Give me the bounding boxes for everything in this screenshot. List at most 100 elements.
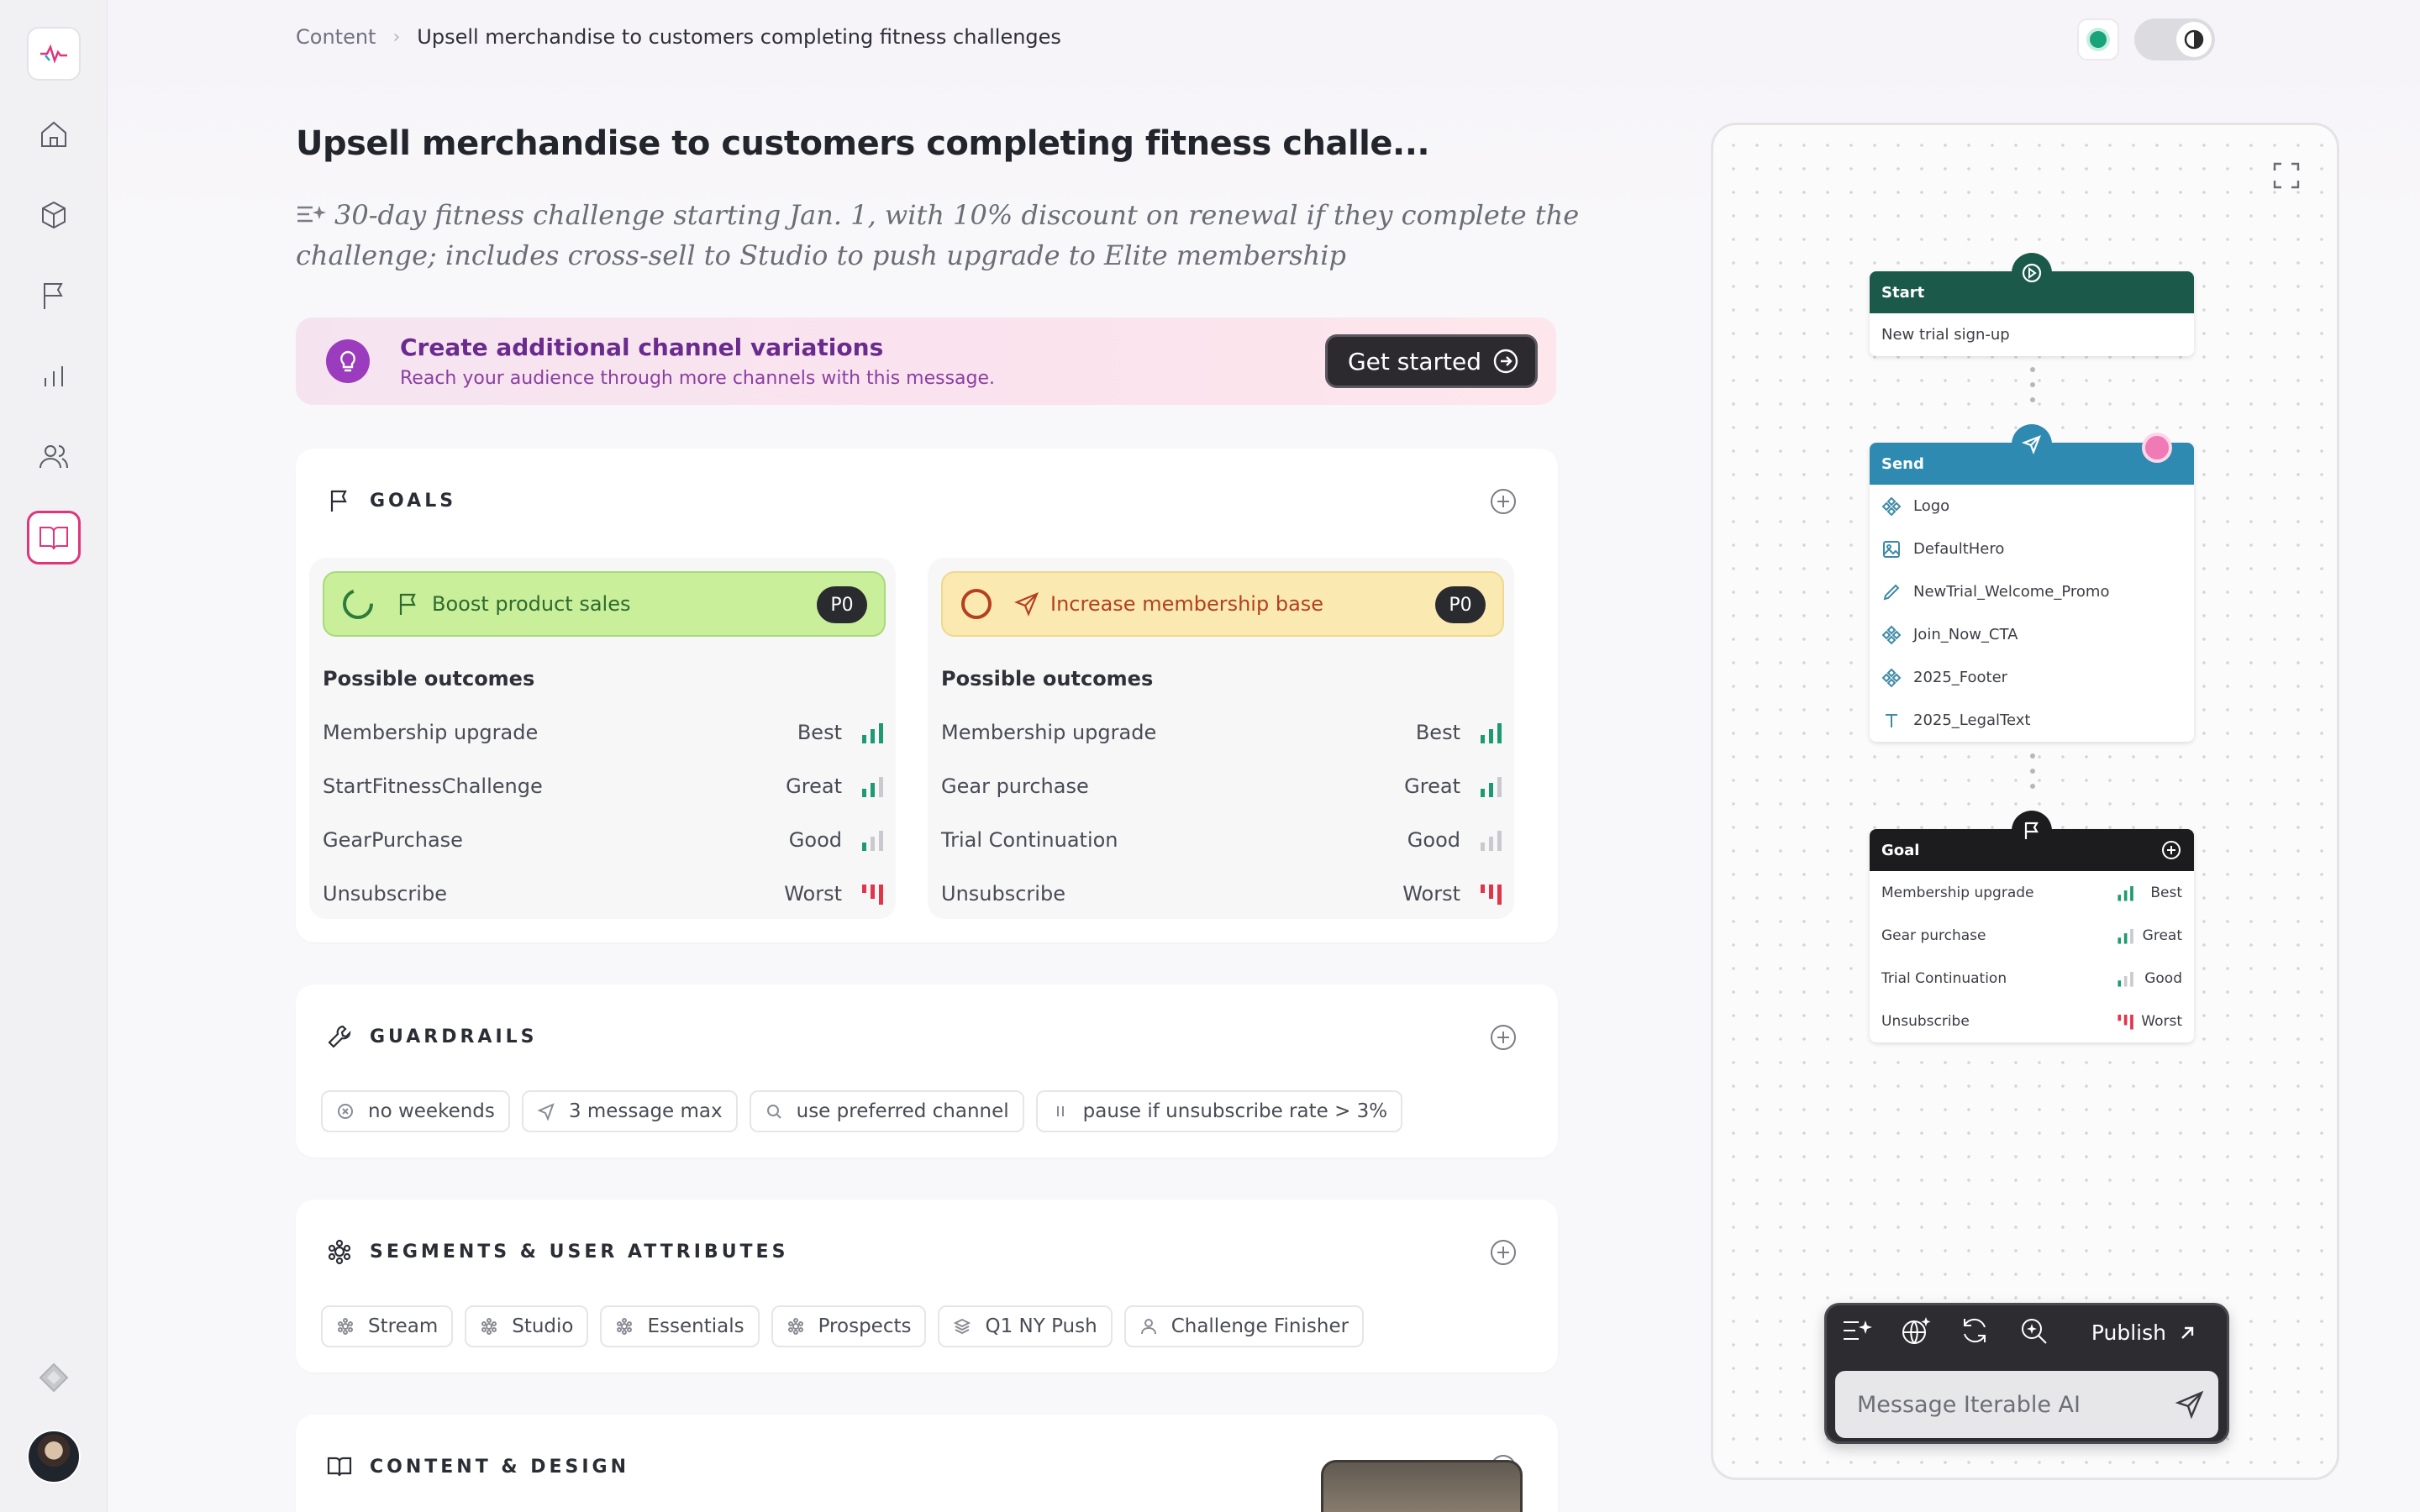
goal-column-1: Boost product sales P0 Possible outcomes… bbox=[309, 558, 896, 919]
guardrail-tag[interactable]: 3 message max bbox=[521, 1090, 738, 1132]
segment-tag[interactable]: Stream bbox=[321, 1305, 454, 1347]
outcome-row: Unsubscribe Worst bbox=[323, 877, 886, 911]
breadcrumb-current: Upsell merchandise to customers completi… bbox=[417, 25, 1061, 49]
content-thumbnail[interactable] bbox=[1321, 1460, 1523, 1512]
search-sparkle-icon[interactable] bbox=[2017, 1314, 2050, 1347]
segments-heading-text: SEGMENTS & USER ATTRIBUTES bbox=[370, 1241, 789, 1263]
nav-users[interactable] bbox=[27, 430, 81, 484]
outcome-row: Membership upgrade Best bbox=[323, 716, 886, 749]
send-item-label: Join_Now_CTA bbox=[1913, 626, 2018, 643]
guardrail-tag[interactable]: no weekends bbox=[321, 1090, 510, 1132]
segment-tag[interactable]: Essentials bbox=[600, 1305, 760, 1347]
segment-icon bbox=[787, 1318, 803, 1335]
nav-integrations[interactable] bbox=[27, 1351, 81, 1404]
tag-label: Essentials bbox=[647, 1315, 744, 1337]
chevron-right-icon: › bbox=[392, 26, 401, 48]
add-goal-button[interactable] bbox=[1489, 487, 1518, 516]
guardrail-tag[interactable]: use preferred channel bbox=[749, 1090, 1024, 1132]
arrow-up-right-icon bbox=[2181, 1326, 2194, 1339]
pause-icon bbox=[1056, 1106, 1064, 1116]
nav-analytics[interactable] bbox=[27, 349, 81, 403]
breadcrumb-root[interactable]: Content bbox=[296, 25, 376, 49]
outcome-name: Membership upgrade bbox=[323, 721, 539, 744]
start-trigger[interactable]: New trial sign-up bbox=[1870, 313, 2194, 356]
goal-outcome-rating: Good bbox=[2144, 969, 2182, 987]
refresh-icon[interactable] bbox=[1958, 1314, 1991, 1347]
send-item[interactable]: NewTrial_Welcome_Promo bbox=[1870, 570, 2194, 613]
nav-catalog[interactable] bbox=[27, 188, 81, 242]
start-node[interactable]: Start New trial sign-up bbox=[1870, 253, 2194, 356]
journey-canvas[interactable]: Start New trial sign-up Send Logo Defaul… bbox=[1711, 123, 2339, 1480]
channel-search-icon bbox=[766, 1105, 781, 1119]
goal-outcome[interactable]: Gear purchase Great bbox=[1870, 914, 2194, 957]
goal-node[interactable]: Goal Membership upgrade Best Gear purchas… bbox=[1870, 811, 2194, 1042]
ai-message-input[interactable]: Message Iterable AI bbox=[1835, 1371, 2218, 1438]
nav-home[interactable] bbox=[27, 108, 81, 161]
diamond-icon bbox=[39, 1362, 69, 1393]
outcome-row: Trial Continuation Good bbox=[941, 823, 1504, 857]
arrow-right-circle-icon bbox=[1493, 349, 1518, 374]
text-icon bbox=[1886, 713, 1897, 727]
goal-pill[interactable]: Boost product sales P0 bbox=[323, 571, 886, 637]
content-design-heading: CONTENT & DESIGN bbox=[326, 1453, 629, 1480]
add-guardrail-button[interactable] bbox=[1489, 1023, 1518, 1052]
segment-tag[interactable]: Challenge Finisher bbox=[1123, 1305, 1365, 1347]
send-icon[interactable] bbox=[2175, 1389, 2205, 1420]
send-item[interactable]: 2025_Footer bbox=[1870, 656, 2194, 699]
segment-tag[interactable]: Prospects bbox=[771, 1305, 927, 1347]
send-item-label: 2025_LegalText bbox=[1913, 711, 2031, 729]
play-circle-icon bbox=[2012, 253, 2052, 293]
nav-goals[interactable] bbox=[27, 269, 81, 323]
outcome-row: GearPurchase Good bbox=[323, 823, 886, 857]
send-item[interactable]: DefaultHero bbox=[1870, 528, 2194, 570]
send-item[interactable]: Join_Now_CTA bbox=[1870, 613, 2194, 656]
goals-heading-text: GOALS bbox=[370, 490, 457, 512]
flag-icon bbox=[330, 490, 347, 512]
ai-sparkle-icon bbox=[297, 206, 326, 223]
signal-best-icon bbox=[862, 723, 883, 743]
sidebar bbox=[0, 0, 108, 1512]
plus-circle-icon[interactable] bbox=[2160, 839, 2182, 861]
connector bbox=[2030, 367, 2035, 412]
pencil-icon bbox=[1883, 584, 1900, 600]
contrast-icon bbox=[2184, 29, 2204, 50]
send-icon bbox=[537, 1103, 555, 1121]
publish-button[interactable]: Publish bbox=[2091, 1320, 2196, 1345]
signal-best-icon bbox=[2118, 885, 2133, 901]
tag-label: Q1 NY Push bbox=[985, 1315, 1097, 1337]
tag-label: 3 message max bbox=[568, 1100, 723, 1122]
possible-outcomes-label: Possible outcomes bbox=[941, 667, 1154, 690]
goal-pill[interactable]: Increase membership base P0 bbox=[941, 571, 1504, 637]
signal-great-icon bbox=[1481, 777, 1502, 797]
logo-icon bbox=[40, 44, 67, 64]
status-indicator[interactable] bbox=[2077, 18, 2119, 60]
segment-tag[interactable]: Studio bbox=[465, 1305, 589, 1347]
page-title: Upsell merchandise to customers completi… bbox=[296, 124, 1430, 163]
user-avatar[interactable] bbox=[27, 1430, 81, 1483]
publish-label: Publish bbox=[2091, 1320, 2166, 1345]
goal-outcome[interactable]: Trial Continuation Good bbox=[1870, 957, 2194, 1000]
guardrail-tag[interactable]: pause if unsubscribe rate > 3% bbox=[1035, 1090, 1403, 1132]
wrench-icon bbox=[328, 1025, 351, 1048]
send-item[interactable]: Logo bbox=[1870, 485, 2194, 528]
signal-good-icon bbox=[2118, 971, 2133, 987]
get-started-button[interactable]: Get started bbox=[1324, 334, 1538, 388]
guardrail-tags: no weekends 3 message max use preferred … bbox=[321, 1090, 1403, 1132]
expand-button[interactable] bbox=[2271, 160, 2302, 191]
ai-sparkle-icon[interactable] bbox=[1840, 1314, 1874, 1347]
add-segment-button[interactable] bbox=[1489, 1238, 1518, 1267]
nav-content[interactable] bbox=[27, 511, 81, 564]
goal-outcome[interactable]: Unsubscribe Worst bbox=[1870, 1000, 2194, 1042]
send-item[interactable]: 2025_LegalText bbox=[1870, 699, 2194, 742]
send-node[interactable]: Send Logo DefaultHero NewTrial_Welcome_P… bbox=[1870, 424, 2194, 742]
segment-tag[interactable]: Q1 NY Push bbox=[938, 1305, 1113, 1347]
theme-toggle[interactable] bbox=[2134, 18, 2215, 60]
start-trigger-label: New trial sign-up bbox=[1881, 326, 2010, 344]
outcome-rating: Best bbox=[1415, 721, 1460, 744]
book-icon bbox=[39, 527, 68, 550]
globe-sparkle-icon[interactable] bbox=[1899, 1314, 1933, 1347]
tag-label: use preferred channel bbox=[796, 1100, 1009, 1122]
goal-outcome[interactable]: Membership upgrade Best bbox=[1870, 871, 2194, 914]
signal-worst-icon bbox=[1481, 885, 1502, 905]
app-logo[interactable] bbox=[27, 27, 81, 81]
